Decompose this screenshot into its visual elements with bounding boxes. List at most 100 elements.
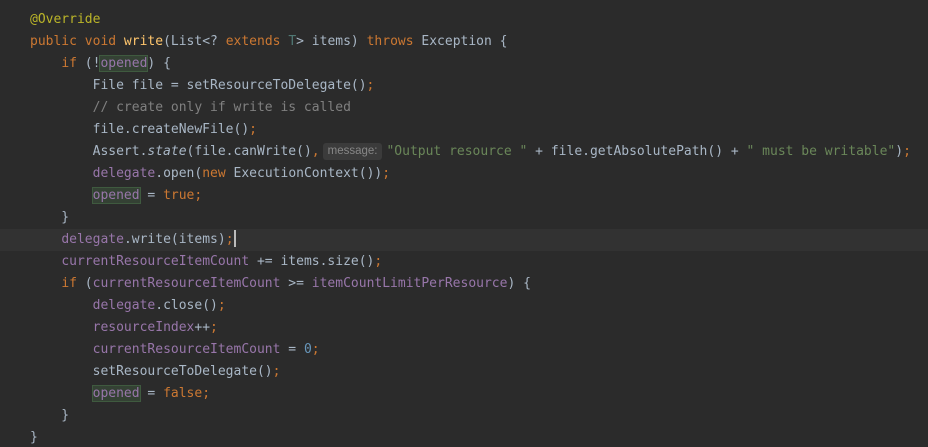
code-token: = — [139, 188, 164, 203]
code-editor[interactable]: @Override public void write(List<? extend… — [0, 0, 928, 447]
code-line[interactable]: // create only if write is called — [0, 97, 928, 119]
code-line[interactable]: delegate.open(new ExecutionContext()); — [0, 163, 928, 185]
code-line[interactable]: } — [0, 405, 928, 427]
code-line-text: delegate.close(); — [30, 295, 226, 317]
code-line[interactable]: resourceIndex++; — [0, 317, 928, 339]
code-line-text: } — [30, 405, 69, 427]
code-token: false — [163, 386, 203, 401]
code-token: } — [30, 430, 38, 445]
code-token: >= — [280, 276, 312, 291]
code-line-text: public void write(List<? extends T> item… — [30, 31, 507, 53]
text-cursor — [233, 230, 236, 247]
code-token: ; — [249, 122, 257, 137]
code-token: ( — [84, 276, 93, 291]
code-line[interactable]: file.createNewFile(); — [0, 119, 928, 141]
code-line[interactable]: setResourceToDelegate(); — [0, 361, 928, 383]
code-line[interactable]: delegate.write(items); — [0, 229, 928, 251]
code-token: ; — [272, 364, 281, 379]
code-line[interactable]: Assert.state(file.canWrite(), message: "Ou… — [0, 141, 928, 163]
highlighted-field-usage: opened — [91, 187, 141, 204]
code-line[interactable]: public void write(List<? extends T> item… — [0, 31, 928, 53]
code-token: currentResourceItemCount — [61, 254, 250, 269]
code-line-text: currentResourceItemCount = 0; — [30, 339, 320, 361]
code-line-text: } — [30, 427, 38, 447]
code-token: ++ — [194, 320, 211, 335]
code-line[interactable]: currentResourceItemCount = 0; — [0, 339, 928, 361]
code-token: (List<? — [163, 34, 226, 49]
code-token: setResourceToDelegate() — [30, 364, 273, 379]
code-line-text: delegate.open(new ExecutionContext()); — [30, 163, 390, 185]
code-token: if — [61, 276, 85, 291]
code-line-text: currentResourceItemCount += items.size()… — [30, 251, 382, 273]
code-token: file.createNewFile() — [30, 122, 250, 137]
code-token: ) { — [147, 56, 171, 71]
code-token: delegate — [61, 232, 124, 247]
code-token: T — [288, 34, 297, 49]
code-line[interactable]: opened = true; — [0, 185, 928, 207]
parameter-hint: message: — [322, 143, 383, 160]
code-line[interactable]: @Override — [0, 9, 928, 31]
code-line[interactable]: opened = false; — [0, 383, 928, 405]
code-token: " must be writable" — [746, 144, 896, 159]
code-token: 0 — [303, 342, 312, 357]
code-token: if — [61, 56, 85, 71]
code-line-text: opened = true; — [30, 185, 202, 207]
code-line[interactable]: currentResourceItemCount += items.size()… — [0, 251, 928, 273]
code-token: state — [147, 144, 187, 159]
highlighted-field-usage: opened — [91, 385, 141, 402]
code-token: > items) — [296, 34, 367, 49]
code-line[interactable]: delegate.close(); — [0, 295, 928, 317]
code-token: "Output resource " — [386, 144, 528, 159]
code-token: extends — [225, 34, 289, 49]
code-token: currentResourceItemCount — [92, 276, 281, 291]
code-token: ExecutionContext()) — [233, 166, 383, 181]
code-token: ; — [194, 188, 203, 203]
code-line[interactable]: if (currentResourceItemCount >= itemCoun… — [0, 273, 928, 295]
code-line-text: file.createNewFile(); — [30, 119, 257, 141]
code-line-text: resourceIndex++; — [30, 317, 218, 339]
code-token: } — [30, 408, 70, 423]
code-token: throws — [366, 34, 422, 49]
code-line[interactable]: } — [0, 427, 928, 447]
code-token: (file.canWrite() — [186, 144, 312, 159]
code-line-text: opened = false; — [30, 383, 210, 405]
code-token: true — [163, 188, 195, 203]
code-token: delegate — [92, 166, 156, 181]
code-token: ; — [311, 342, 320, 357]
code-line-text: setResourceToDelegate(); — [30, 361, 281, 383]
code-token: , — [311, 144, 320, 159]
code-token: resourceIndex — [92, 320, 195, 335]
code-token: File file = setResourceToDelegate() — [30, 78, 367, 93]
code-token: itemCountLimitPerResource — [311, 276, 508, 291]
code-line[interactable]: File file = setResourceToDelegate(); — [0, 75, 928, 97]
code-token: = — [280, 342, 304, 357]
code-token: ; — [225, 232, 234, 247]
code-token: = — [139, 386, 164, 401]
code-token: delegate — [92, 298, 156, 313]
code-token: + file.getAbsolutePath() + — [527, 144, 747, 159]
code-line-text: @Override — [30, 9, 100, 31]
code-token: ) — [895, 144, 904, 159]
code-token: public void — [30, 34, 124, 49]
code-token: .write(items) — [123, 232, 226, 247]
code-token: ; — [366, 78, 375, 93]
code-token: += items.size() — [249, 254, 375, 269]
code-token: ; — [374, 254, 383, 269]
code-line-text: delegate.write(items); — [30, 229, 236, 251]
code-line-text: } — [30, 207, 69, 229]
code-line-text: Assert.state(file.canWrite(), message: "Ou… — [30, 141, 911, 163]
code-token: .close() — [155, 298, 218, 313]
highlighted-field-usage: opened — [99, 55, 149, 72]
code-token: write — [123, 34, 164, 49]
code-token: // create only if write is called — [30, 100, 351, 115]
code-line[interactable]: } — [0, 207, 928, 229]
code-token: ; — [202, 386, 211, 401]
code-line[interactable]: if (!opened) { — [0, 53, 928, 75]
